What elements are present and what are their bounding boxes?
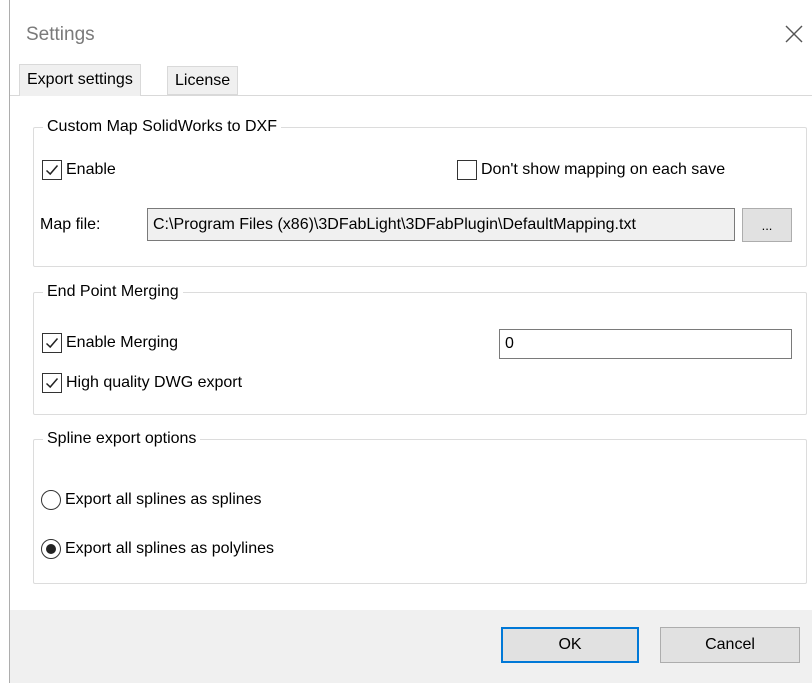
title-bar: Settings [10, 0, 812, 66]
check-icon [45, 165, 59, 176]
group-end-point-merging: End Point Merging Enable Merging High qu… [33, 282, 807, 415]
high-quality-label: High quality DWG export [66, 374, 243, 391]
group-spline-legend: Spline export options [43, 429, 201, 449]
dont-show-checkbox-box[interactable] [457, 160, 477, 180]
enable-merging-checkbox-box[interactable] [42, 333, 62, 353]
dont-show-label: Don't show mapping on each save [481, 161, 726, 178]
enable-merging-label: Enable Merging [66, 334, 179, 351]
check-icon [45, 338, 59, 349]
radio-polylines-label: Export all splines as polylines [65, 540, 274, 557]
dont-show-mapping-checkbox[interactable]: Don't show mapping on each save [457, 160, 725, 180]
radio-polylines-circle[interactable] [41, 539, 61, 559]
radio-export-splines[interactable]: Export all splines as splines [41, 490, 262, 510]
tab-panel-export-settings: Custom Map SolidWorks to DXF Enable Don'… [10, 95, 812, 610]
ok-button[interactable]: OK [501, 627, 639, 663]
group-spline-export: Spline export options Export all splines… [33, 429, 807, 584]
tab-export-settings[interactable]: Export settings [19, 64, 141, 96]
radio-selected-dot [46, 544, 56, 554]
cancel-button[interactable]: Cancel [660, 627, 800, 663]
enable-merging-checkbox[interactable]: Enable Merging [42, 333, 178, 353]
radio-splines-circle[interactable] [41, 490, 61, 510]
group-custom-map-legend: Custom Map SolidWorks to DXF [43, 117, 281, 137]
group-merging-legend: End Point Merging [43, 282, 183, 302]
enable-checkbox-box[interactable] [42, 160, 62, 180]
enable-mapping-checkbox[interactable]: Enable [42, 160, 116, 180]
window-title: Settings [26, 24, 95, 45]
radio-splines-label: Export all splines as splines [65, 491, 262, 508]
close-button[interactable] [782, 22, 806, 46]
browse-button[interactable]: ... [742, 208, 792, 242]
high-quality-checkbox-box[interactable] [42, 373, 62, 393]
high-quality-dwg-checkbox[interactable]: High quality DWG export [42, 373, 242, 393]
map-file-label: Map file: [40, 216, 101, 233]
map-file-input[interactable] [147, 208, 735, 241]
enable-label: Enable [66, 161, 116, 178]
radio-export-polylines[interactable]: Export all splines as polylines [41, 539, 274, 559]
group-custom-map: Custom Map SolidWorks to DXF Enable Don'… [33, 117, 807, 267]
settings-dialog: Settings Export settings License Custom … [9, 0, 812, 683]
merge-tolerance-input[interactable] [499, 329, 792, 359]
check-icon [45, 378, 59, 389]
tab-license[interactable]: License [167, 66, 239, 95]
close-icon [785, 25, 803, 43]
